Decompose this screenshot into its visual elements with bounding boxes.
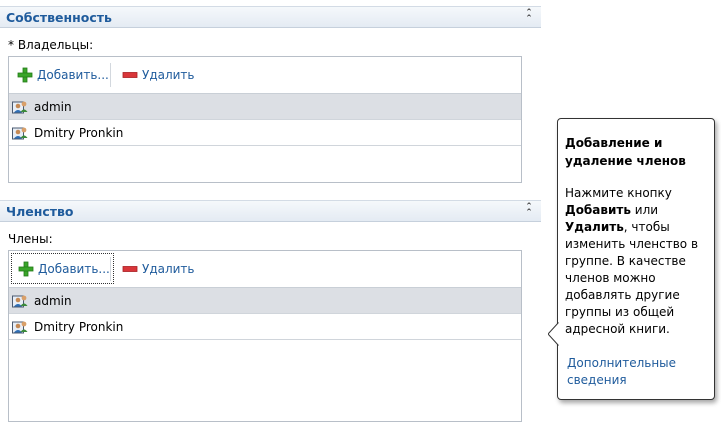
help-tooltip: Добавление и удаление членов Нажмите кно…: [548, 118, 715, 400]
toolbar-separator: [110, 63, 111, 87]
double-chevron-up-icon[interactable]: ⌃ ⌃: [523, 9, 535, 24]
members-panel: Добавить... Удалить admin Dmitry Pronkin: [8, 250, 522, 422]
toolbar-separator: [110, 257, 111, 281]
owners-row-2[interactable]: Dmitry Pronkin: [9, 120, 521, 146]
members-add-button[interactable]: Добавить...: [11, 253, 114, 284]
ownership-title: Собственность: [6, 10, 112, 25]
owners-add-button[interactable]: Добавить...: [17, 57, 109, 92]
owners-remove-button[interactable]: Удалить: [122, 57, 195, 92]
owners-remove-label: Удалить: [142, 67, 195, 82]
members-row-1[interactable]: admin: [9, 288, 521, 314]
tooltip-body-end: , чтобы изменить членство в группе. В ка…: [565, 220, 699, 336]
members-label: Члены:: [8, 232, 53, 246]
members-remove-button[interactable]: Удалить: [122, 251, 195, 286]
membership-title: Членство: [6, 204, 74, 219]
tooltip-body: Нажмите кнопку Добавить или Удалить, что…: [565, 185, 705, 338]
members-add-label: Добавить...: [38, 261, 110, 276]
member-name: admin: [34, 293, 72, 308]
owner-name: admin: [34, 99, 72, 114]
member-name: Dmitry Pronkin: [34, 319, 124, 334]
tooltip-bold-remove: Удалить: [565, 220, 624, 234]
owner-name: Dmitry Pronkin: [34, 125, 124, 140]
minus-icon: [122, 265, 138, 272]
owners-add-label: Добавить...: [37, 67, 109, 82]
more-info-link[interactable]: Дополнительные сведения: [567, 355, 707, 389]
tooltip-title: Добавление и удаление членов: [565, 136, 686, 168]
members-toolbar: Добавить... Удалить: [9, 251, 521, 288]
double-chevron-up-icon[interactable]: ⌃ ⌃: [523, 203, 535, 218]
tooltip-body-mid: или: [630, 203, 659, 217]
tooltip-bold-add: Добавить: [565, 203, 631, 217]
ownership-header: Собственность ⌃ ⌃: [0, 6, 541, 28]
owners-row-1[interactable]: admin: [9, 94, 521, 120]
membership-header: Членство ⌃ ⌃: [0, 200, 541, 222]
user-icon: [12, 127, 28, 139]
owners-label: * Владельцы:: [8, 38, 94, 52]
owners-panel: Добавить... Удалить admin Dmitry Pronkin: [8, 56, 522, 183]
plus-icon: [17, 67, 33, 82]
tooltip-arrow: [548, 322, 564, 346]
user-icon: [12, 321, 28, 333]
user-icon: [12, 295, 28, 307]
members-remove-label: Удалить: [142, 261, 195, 276]
members-row-2[interactable]: Dmitry Pronkin: [9, 314, 521, 340]
plus-icon: [18, 261, 34, 276]
owners-toolbar: Добавить... Удалить: [9, 57, 521, 94]
minus-icon: [122, 71, 138, 78]
tooltip-body-start: Нажмите кнопку: [565, 186, 672, 200]
user-icon: [12, 101, 28, 113]
